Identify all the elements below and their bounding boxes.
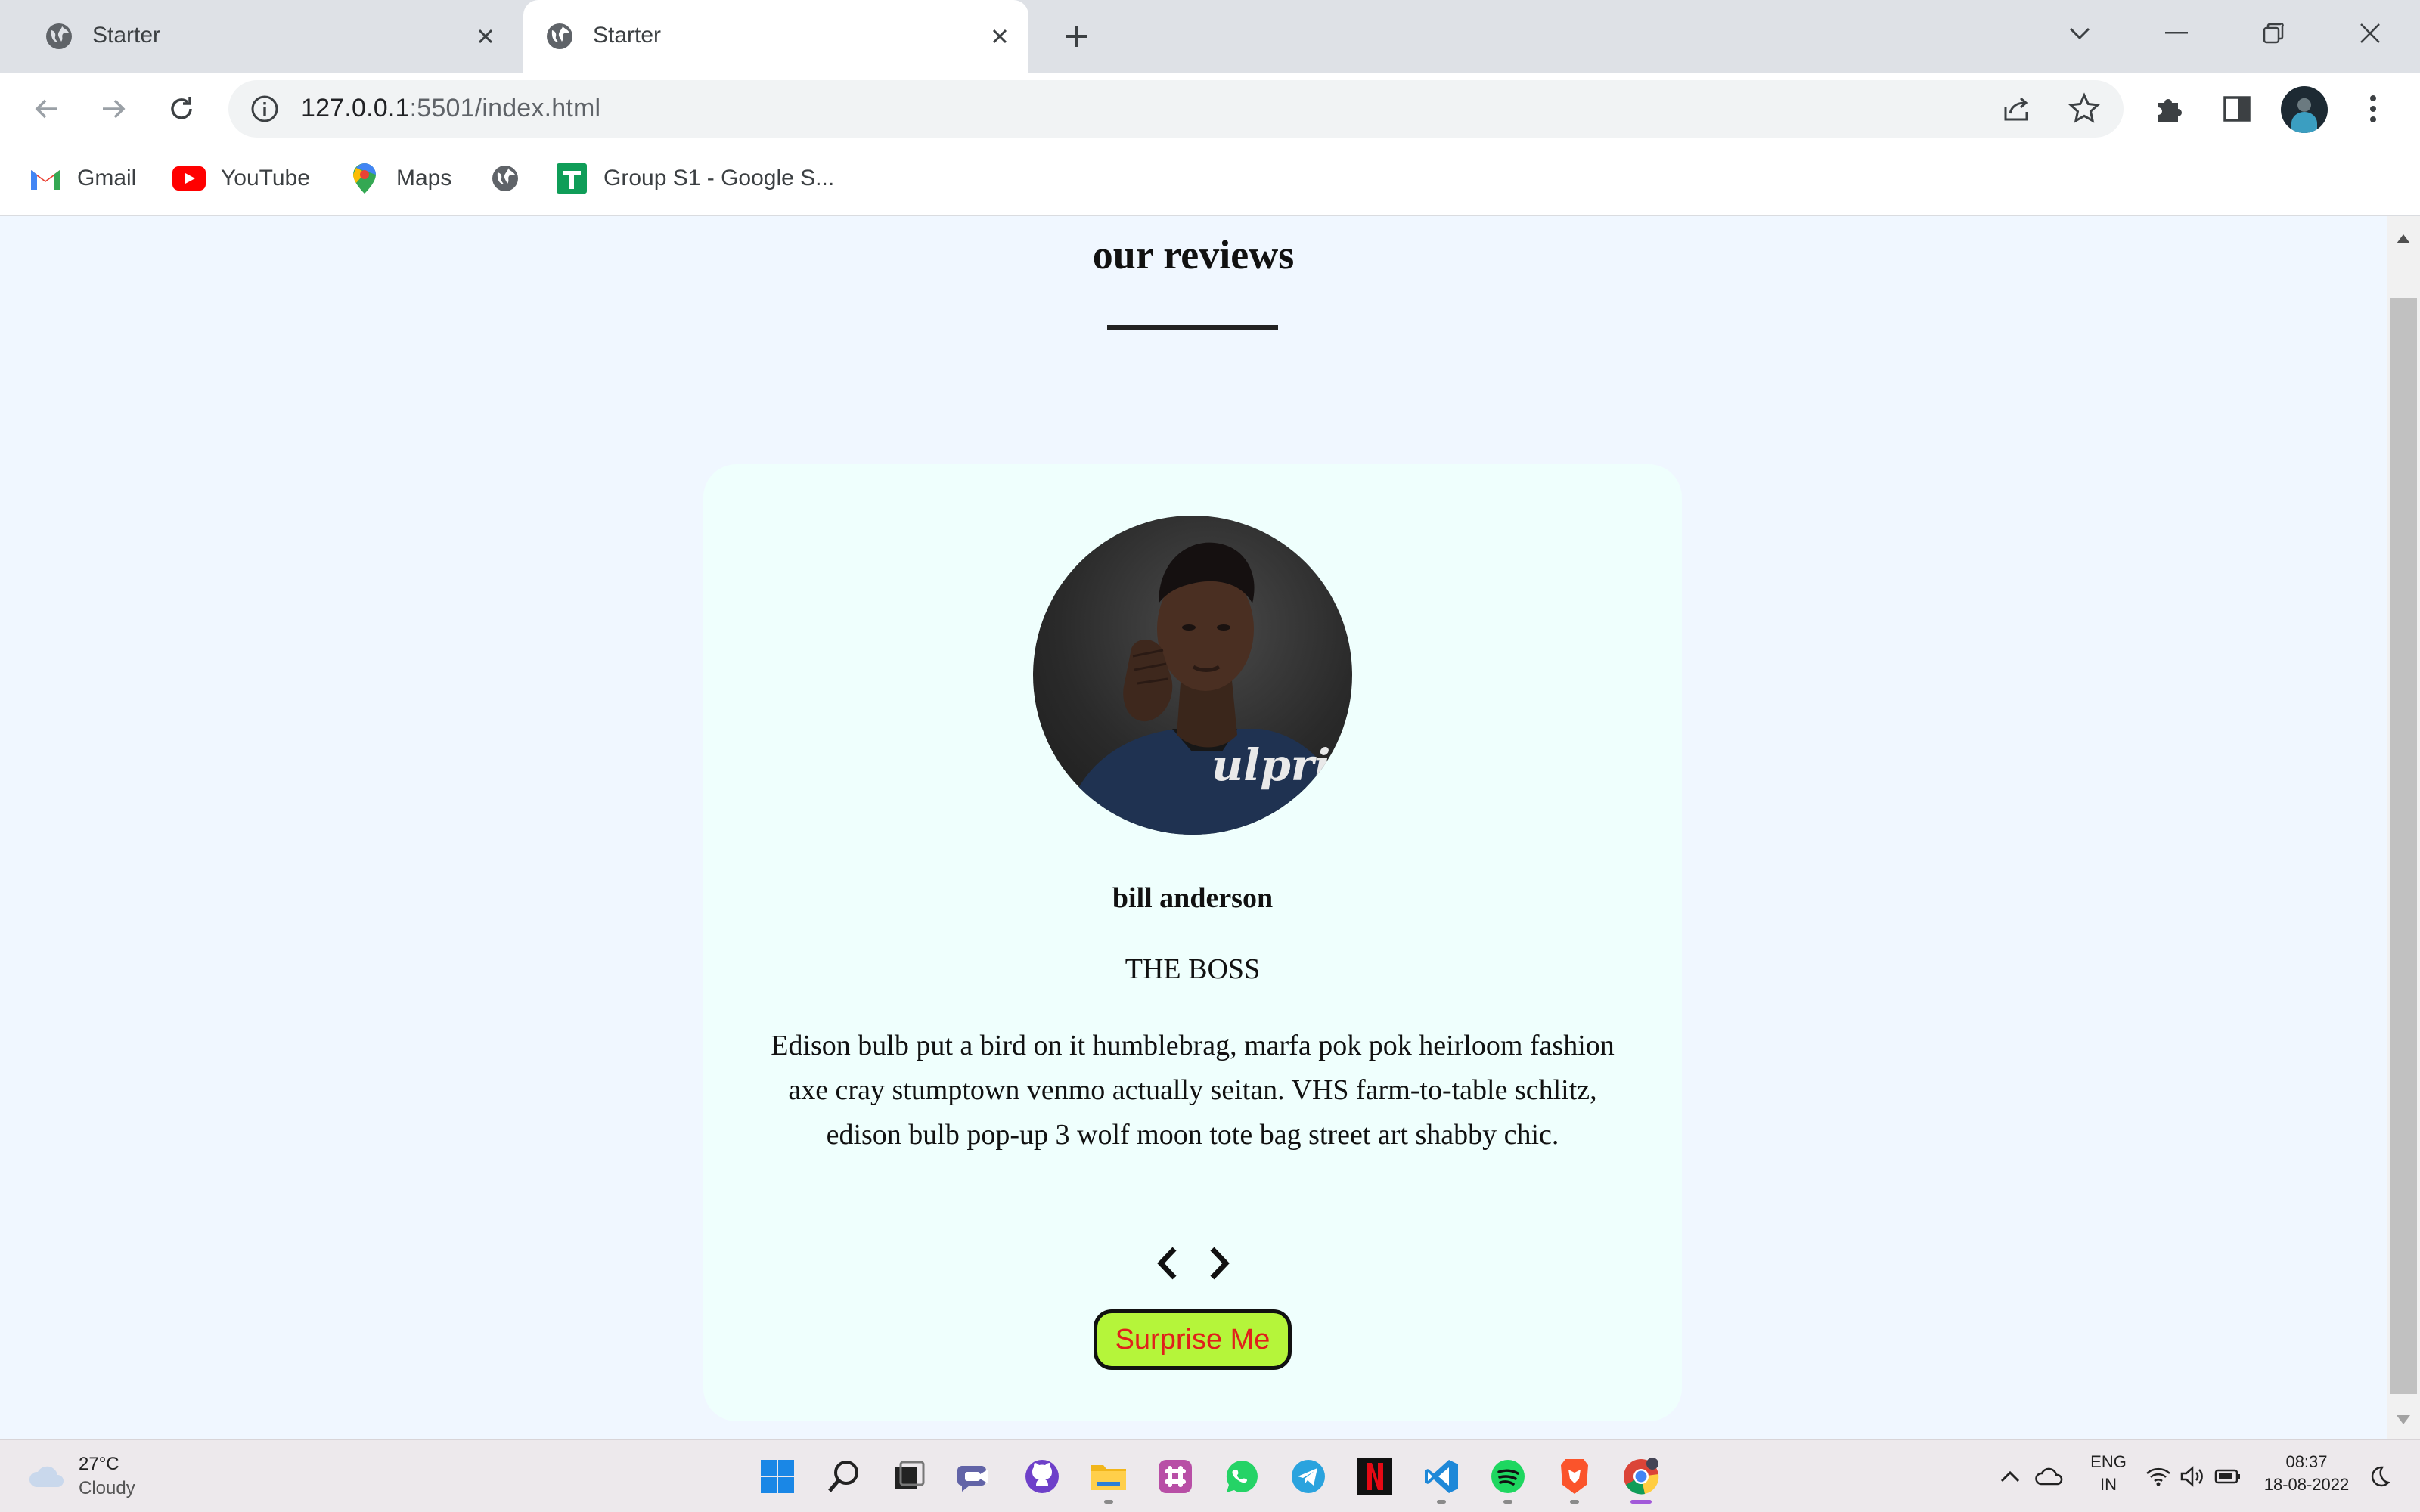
weather-temp: 27°C bbox=[79, 1454, 119, 1474]
tab-title: Starter bbox=[593, 23, 662, 48]
forward-button[interactable] bbox=[92, 88, 135, 130]
volume-icon[interactable] bbox=[2178, 1463, 2208, 1490]
focus-moon-icon[interactable] bbox=[2364, 1463, 2394, 1490]
globe-icon bbox=[489, 162, 522, 195]
clock-date: 18-08-2022 bbox=[2263, 1475, 2350, 1494]
reviewer-name: bill anderson bbox=[1112, 882, 1274, 914]
close-icon[interactable] bbox=[982, 18, 1018, 54]
clock[interactable]: 08:37 18-08-2022 bbox=[2254, 1451, 2360, 1496]
spotify-icon[interactable] bbox=[1485, 1454, 1531, 1504]
teams-chat-icon[interactable] bbox=[953, 1454, 998, 1499]
slack-icon[interactable] bbox=[1153, 1454, 1198, 1499]
svg-text:ulprit: ulprit bbox=[1212, 739, 1351, 791]
scrollbar-thumb[interactable] bbox=[2390, 298, 2417, 1394]
close-window-button[interactable] bbox=[2340, 11, 2400, 56]
surprise-me-button[interactable]: Surprise Me bbox=[1094, 1309, 1292, 1370]
weather-widget[interactable]: 27°C Cloudy bbox=[27, 1452, 135, 1501]
active-indicator bbox=[1630, 1500, 1652, 1504]
bookmark-group-s1[interactable]: Group S1 - Google S... bbox=[555, 160, 834, 197]
battery-icon[interactable] bbox=[2213, 1463, 2243, 1490]
side-panel-icon[interactable] bbox=[2216, 88, 2258, 130]
weather-condition: Cloudy bbox=[79, 1478, 135, 1498]
windows-taskbar: 27°C Cloudy ENG IN 08:37 18-08-2022 bbox=[0, 1439, 2420, 1512]
restore-button[interactable] bbox=[2243, 11, 2304, 56]
cloud-icon bbox=[29, 1466, 64, 1487]
tab-inactive[interactable]: Starter bbox=[23, 0, 514, 73]
running-indicator bbox=[1503, 1500, 1512, 1504]
extensions-puzzle-icon[interactable] bbox=[2149, 88, 2192, 130]
bookmark-maps[interactable]: Maps bbox=[348, 160, 451, 197]
running-indicator bbox=[1570, 1500, 1579, 1504]
bookmark-label: YouTube bbox=[221, 166, 310, 191]
wifi-icon[interactable] bbox=[2143, 1463, 2173, 1490]
github-icon[interactable] bbox=[1019, 1454, 1065, 1499]
tab-active[interactable]: Starter bbox=[523, 0, 1028, 73]
bookmark-gmail[interactable]: Gmail bbox=[29, 160, 136, 197]
file-explorer-icon[interactable] bbox=[1086, 1454, 1131, 1504]
running-indicator bbox=[1104, 1500, 1113, 1504]
brave-icon[interactable] bbox=[1552, 1454, 1597, 1504]
review-card: ulprit bill anderson THE BOSS Edison bul… bbox=[703, 464, 1682, 1421]
show-hidden-icons-chevron-up-icon[interactable] bbox=[1996, 1463, 2024, 1490]
whatsapp-icon[interactable] bbox=[1219, 1454, 1264, 1499]
profile-avatar[interactable] bbox=[2281, 86, 2328, 133]
netflix-icon[interactable] bbox=[1352, 1454, 1398, 1499]
bookmark-label: Gmail bbox=[77, 166, 137, 191]
page-title: our reviews bbox=[1092, 232, 1295, 277]
title-underline bbox=[1107, 325, 1278, 330]
scroll-down-arrow-icon[interactable] bbox=[2394, 1411, 2412, 1429]
info-icon[interactable] bbox=[250, 94, 280, 124]
address-bar[interactable]: 127.0.0.1:5501/index.html bbox=[228, 80, 2124, 138]
maps-icon bbox=[348, 162, 381, 195]
page-viewport: our reviews ulprit bill anderson THE BOS… bbox=[0, 216, 2387, 1439]
globe-icon bbox=[544, 21, 575, 51]
back-button[interactable] bbox=[26, 88, 68, 130]
minimize-button[interactable] bbox=[2146, 11, 2207, 56]
bookmark-youtube[interactable]: YouTube bbox=[172, 160, 310, 197]
tab-search-chevron-down-icon[interactable] bbox=[2049, 11, 2110, 56]
kebab-menu-icon[interactable] bbox=[2352, 88, 2394, 130]
bookmark-globe[interactable] bbox=[489, 160, 537, 197]
tab-title: Starter bbox=[92, 23, 161, 48]
bookmarks-bar: Gmail YouTube Maps Group S1 - Google S..… bbox=[0, 145, 2420, 216]
person-portrait: ulprit bbox=[1033, 516, 1352, 835]
language-code: ENG bbox=[2090, 1452, 2127, 1471]
globe-icon bbox=[44, 21, 74, 51]
browser-toolbar: 127.0.0.1:5501/index.html bbox=[0, 73, 2420, 145]
sheets-icon bbox=[555, 162, 588, 195]
chrome-icon[interactable] bbox=[1618, 1454, 1664, 1504]
gmail-icon bbox=[29, 162, 62, 195]
telegram-icon[interactable] bbox=[1286, 1454, 1331, 1499]
new-tab-button[interactable] bbox=[1057, 17, 1097, 56]
bookmark-label: Maps bbox=[396, 166, 452, 191]
review-text: Edison bulb put a bird on it humblebrag,… bbox=[771, 1030, 1615, 1151]
close-icon[interactable] bbox=[467, 18, 504, 54]
bookmark-label: Group S1 - Google S... bbox=[603, 166, 835, 191]
url-host: 127.0.0.1 bbox=[301, 94, 410, 122]
windows-start-icon[interactable] bbox=[755, 1454, 800, 1499]
prev-review-button[interactable] bbox=[1140, 1237, 1193, 1290]
youtube-icon bbox=[172, 162, 206, 195]
url-path: :5501/index.html bbox=[409, 94, 601, 122]
bookmark-star-icon[interactable] bbox=[2068, 92, 2101, 125]
reload-button[interactable] bbox=[160, 88, 203, 130]
task-view-icon[interactable] bbox=[886, 1454, 932, 1499]
share-icon[interactable] bbox=[2000, 92, 2033, 125]
onedrive-cloud-icon[interactable] bbox=[2034, 1463, 2065, 1490]
url-text: 127.0.0.1:5501/index.html bbox=[301, 94, 600, 123]
reviewer-job: THE BOSS bbox=[1125, 953, 1261, 985]
scroll-up-arrow-icon[interactable] bbox=[2394, 230, 2412, 248]
tab-strip: Starter Starter bbox=[0, 0, 2420, 73]
next-review-button[interactable] bbox=[1193, 1237, 1246, 1290]
running-indicator bbox=[1437, 1500, 1446, 1504]
language-indicator[interactable]: ENG IN bbox=[2075, 1451, 2142, 1496]
language-region: IN bbox=[2100, 1475, 2117, 1494]
clock-time: 08:37 bbox=[2285, 1452, 2328, 1471]
page-scrollbar[interactable] bbox=[2387, 216, 2420, 1439]
vscode-icon[interactable] bbox=[1419, 1454, 1464, 1504]
search-icon[interactable] bbox=[821, 1454, 867, 1499]
